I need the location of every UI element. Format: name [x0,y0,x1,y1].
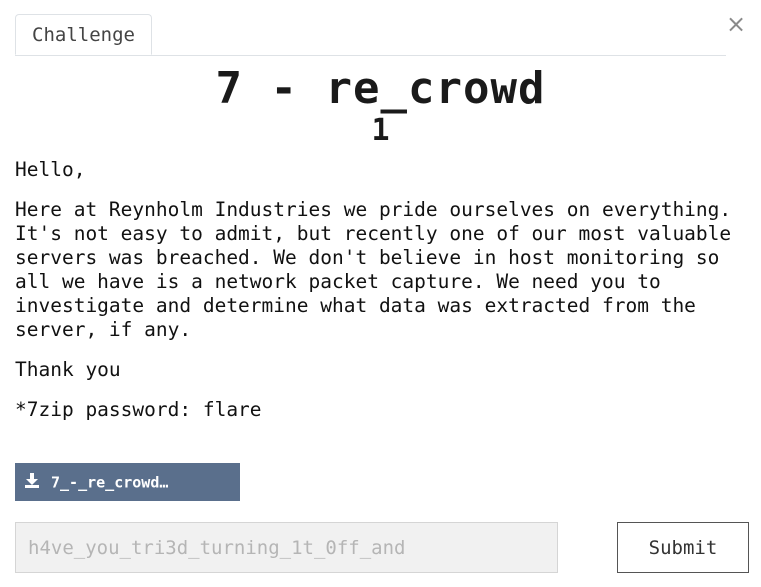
download-file-button[interactable]: 7_-_re_crowd… [15,463,240,501]
modal-tabs: Challenge [15,14,726,56]
challenge-modal: × Challenge 7 - re_crowd 1 Hello, Here a… [0,0,761,587]
close-icon[interactable]: × [722,10,750,38]
download-icon [25,464,41,502]
challenge-description: Hello, Here at Reynholm Industries we pr… [15,158,745,438]
challenge-points: 1 [371,113,390,148]
description-body: Here at Reynholm Industries we pride our… [15,198,743,341]
flag-input[interactable] [15,522,558,573]
description-signoff: Thank you [15,358,121,381]
tab-challenge[interactable]: Challenge [15,14,152,55]
submit-button[interactable]: Submit [617,522,749,573]
download-file-label: 7_-_re_crowd… [51,473,169,492]
challenge-title: 7 - re_crowd [215,63,546,114]
description-zip-password: *7zip password: flare [15,398,262,421]
description-greeting: Hello, [15,158,86,181]
